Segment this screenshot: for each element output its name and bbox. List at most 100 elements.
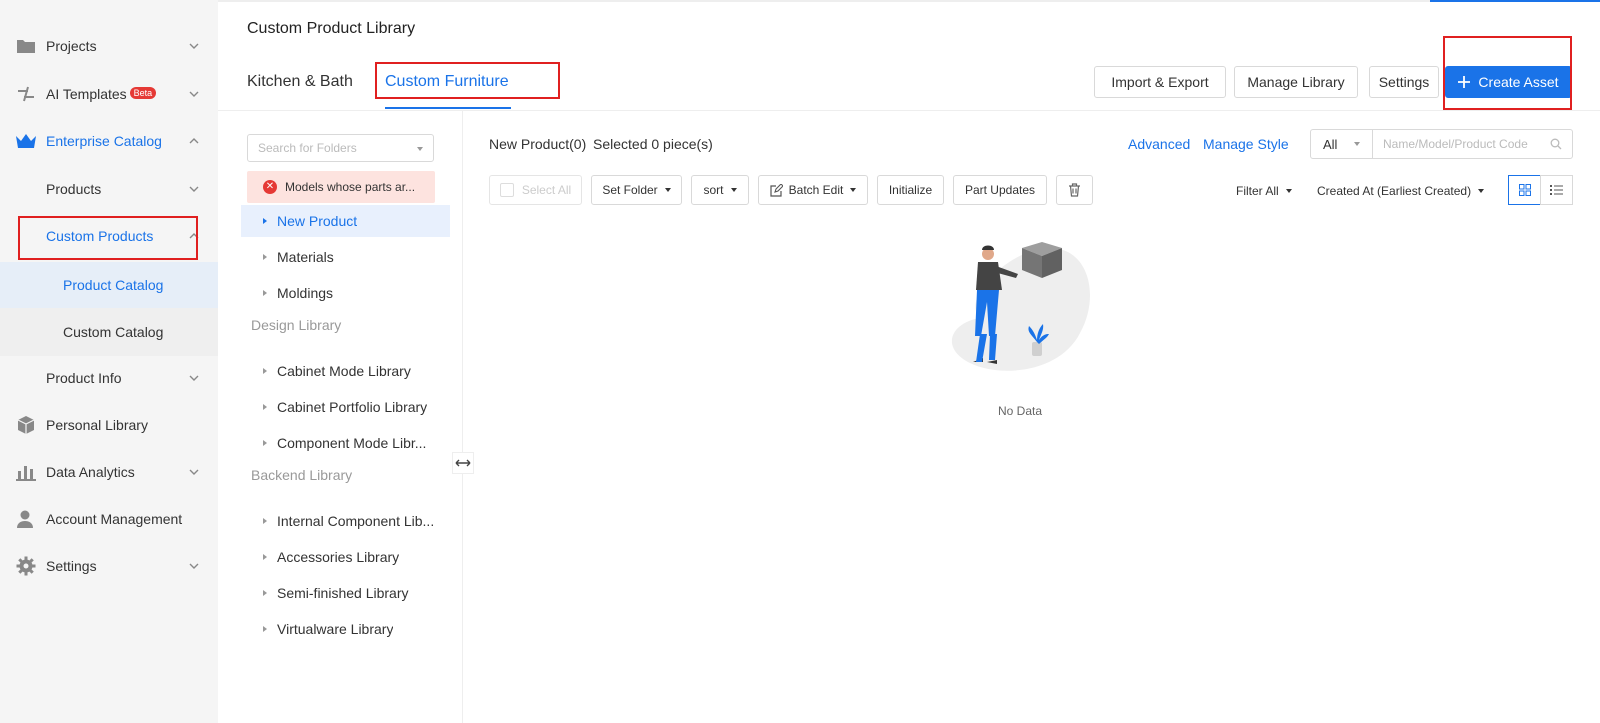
sort-label: sort	[703, 183, 724, 197]
folder-label: Cabinet Portfolio Library	[277, 399, 428, 415]
caret-down-icon	[1354, 142, 1360, 146]
sidebar-item-personal-library[interactable]: Personal Library	[0, 403, 218, 447]
resize-handle[interactable]	[452, 452, 474, 474]
set-folder-button[interactable]: Set Folder	[591, 175, 682, 205]
batch-edit-button[interactable]: Batch Edit	[758, 175, 868, 205]
grid-view-toggle[interactable]	[1508, 175, 1541, 205]
manage-library-button[interactable]: Manage Library	[1234, 66, 1358, 98]
caret-down-icon	[730, 188, 737, 192]
folder-item[interactable]: Moldings	[241, 277, 450, 309]
sidebar-item-ai-templates[interactable]: AI Templates Beta	[0, 72, 218, 116]
active-tab-indicator	[385, 107, 511, 109]
sidebar-item-label: Enterprise Catalog	[46, 133, 162, 149]
sidebar-item-account-management[interactable]: Account Management	[0, 497, 218, 541]
sort-order-label: Created At (Earliest Created)	[1317, 184, 1472, 198]
product-search: All	[1310, 129, 1573, 159]
top-border	[218, 0, 1600, 2]
page-title: Custom Product Library	[247, 20, 416, 37]
bar-chart-icon	[15, 461, 37, 483]
tab-kitchen-bath[interactable]: Kitchen & Bath	[247, 73, 353, 91]
sidebar-item-data-analytics[interactable]: Data Analytics	[0, 450, 218, 494]
crown-icon	[15, 130, 37, 152]
search-input[interactable]	[1373, 130, 1543, 158]
sort-order-dropdown[interactable]: Created At (Earliest Created)	[1317, 184, 1485, 198]
ai-icon	[15, 83, 37, 105]
settings-button[interactable]: Settings	[1369, 66, 1439, 98]
create-asset-button[interactable]: Create Asset	[1445, 66, 1572, 98]
sort-button[interactable]: sort	[691, 175, 749, 205]
import-export-button[interactable]: Import & Export	[1094, 66, 1226, 98]
chevron-down-icon	[189, 563, 199, 569]
edit-icon	[770, 183, 783, 197]
caret-right-icon	[263, 590, 267, 596]
plus-icon	[1458, 76, 1471, 88]
gear-icon	[15, 555, 37, 577]
folder-item[interactable]: Materials	[241, 241, 450, 273]
folder-item[interactable]: Internal Component Lib...	[241, 505, 450, 537]
initialize-button[interactable]: Initialize	[877, 175, 944, 205]
folder-label: Component Mode Libr...	[277, 435, 427, 451]
caret-right-icon	[263, 440, 267, 446]
search-scope-select[interactable]: All	[1311, 130, 1373, 158]
caret-right-icon	[263, 554, 267, 560]
caret-down-icon	[664, 188, 671, 192]
folder-item[interactable]: Accessories Library	[241, 541, 450, 573]
select-all-button[interactable]: Select All	[489, 175, 582, 205]
search-icon[interactable]	[1550, 138, 1562, 150]
filter-label: Filter All	[1236, 184, 1279, 198]
caret-down-icon	[1478, 189, 1485, 193]
part-updates-button[interactable]: Part Updates	[953, 175, 1047, 205]
caret-right-icon	[263, 518, 267, 524]
chevron-up-icon	[189, 233, 199, 239]
folder-item[interactable]: Cabinet Portfolio Library	[241, 391, 450, 423]
sidebar-item-settings[interactable]: Settings	[0, 544, 218, 588]
sidebar-item-product-info[interactable]: Product Info	[0, 356, 218, 400]
caret-right-icon	[263, 404, 267, 410]
folder-item[interactable]: New Product	[241, 205, 450, 237]
sidebar-item-products[interactable]: Products	[0, 167, 218, 211]
folder-label: Internal Component Lib...	[277, 513, 435, 529]
folder-item[interactable]: Semi-finished Library	[241, 577, 450, 609]
top-accent-bar	[1430, 0, 1600, 2]
filter-dropdown[interactable]: Filter All	[1236, 184, 1292, 198]
batch-edit-label: Batch Edit	[788, 183, 844, 197]
sidebar-item-enterprise-catalog[interactable]: Enterprise Catalog	[0, 119, 218, 163]
caret-right-icon	[263, 290, 267, 296]
trash-icon	[1069, 183, 1080, 197]
folder-search-placeholder: Search for Folders	[258, 141, 357, 155]
caret-right-icon	[263, 626, 267, 632]
chevron-up-icon	[189, 138, 199, 144]
sidebar-item-label: Products	[46, 181, 102, 197]
caret-right-icon	[263, 218, 267, 224]
grid-icon	[1518, 184, 1531, 196]
chevron-down-icon	[189, 43, 199, 49]
header-divider	[218, 110, 1600, 111]
caret-down-icon	[1285, 189, 1292, 193]
advanced-link[interactable]: Advanced	[1128, 136, 1190, 152]
sidebar-item-custom-catalog[interactable]: Custom Catalog	[0, 308, 218, 356]
error-icon: ✕	[263, 180, 277, 194]
select-all-checkbox[interactable]	[499, 183, 514, 197]
sidebar-item-custom-products[interactable]: Custom Products	[0, 214, 218, 258]
folder-item[interactable]: Cabinet Mode Library	[241, 355, 450, 387]
caret-down-icon	[417, 147, 423, 151]
folder-label: Moldings	[277, 285, 334, 301]
chevron-down-icon	[189, 375, 199, 381]
sidebar-item-product-catalog[interactable]: Product Catalog	[0, 262, 218, 308]
sidebar-item-label: Data Analytics	[46, 464, 135, 480]
list-icon	[1550, 185, 1563, 195]
selected-count: Selected 0 piece(s)	[593, 136, 713, 152]
delete-button[interactable]	[1056, 175, 1093, 205]
tab-custom-furniture[interactable]: Custom Furniture	[385, 73, 509, 91]
folder-item[interactable]: Virtualware Library	[241, 613, 450, 645]
manage-style-link[interactable]: Manage Style	[1203, 136, 1289, 152]
panel-divider	[462, 111, 463, 723]
list-view-toggle[interactable]	[1540, 175, 1573, 205]
sidebar-item-label: Projects	[46, 38, 97, 54]
sidebar-item-projects[interactable]: Projects	[0, 24, 218, 68]
folder-search-select[interactable]: Search for Folders	[247, 134, 434, 162]
set-folder-label: Set Folder	[602, 183, 658, 197]
resize-arrows-icon	[455, 459, 471, 467]
folder-item[interactable]: Component Mode Libr...	[241, 427, 450, 459]
folder-alert[interactable]: ✕ Models whose parts ar...	[247, 171, 435, 203]
